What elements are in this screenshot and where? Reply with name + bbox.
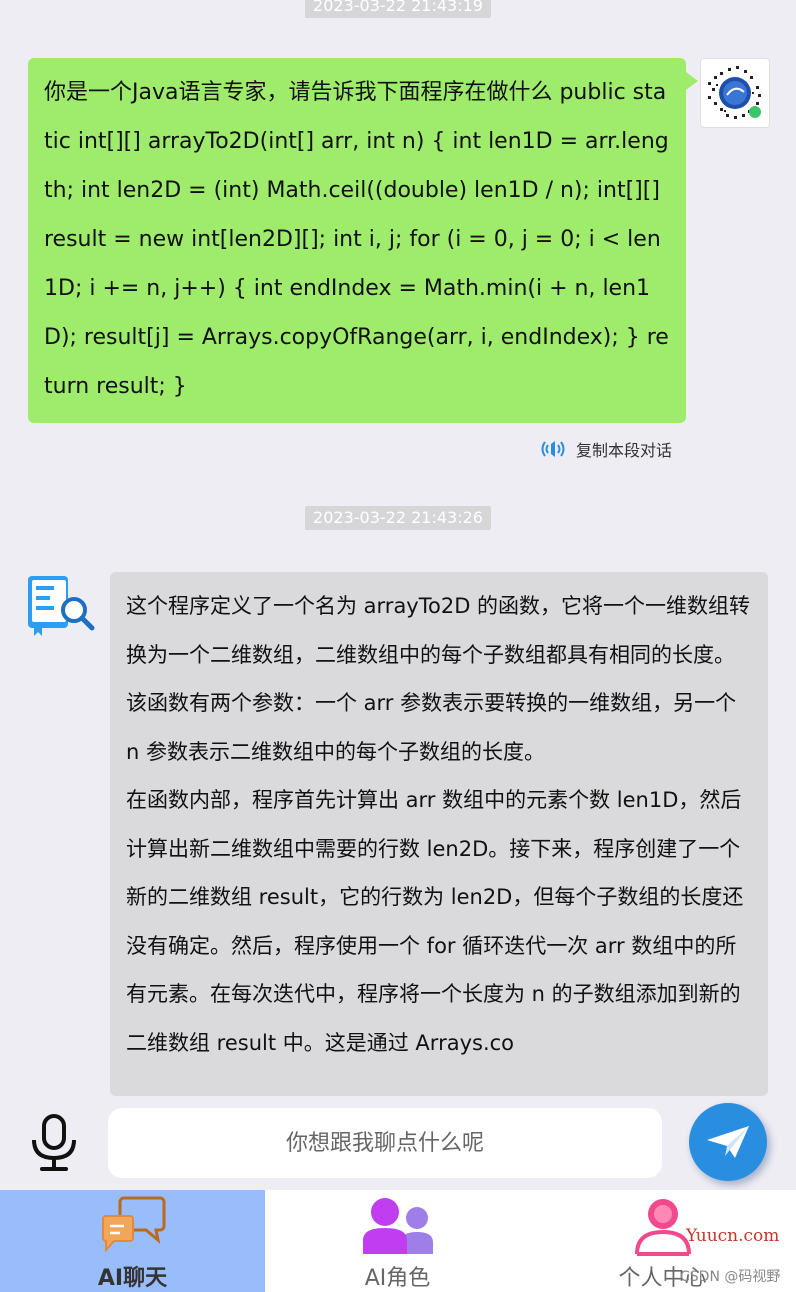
bot-message-paragraph: 这个程序定义了一个名为 arrayTo2D 的函数，它将一个一维数组转换为一个二… — [126, 594, 751, 764]
copy-conversation-label: 复制本段对话 — [576, 441, 673, 460]
microphone-button[interactable] — [26, 1112, 82, 1174]
author-watermark: CSDN @码视野 — [680, 1269, 781, 1285]
users-icon — [362, 1198, 433, 1254]
bot-avatar[interactable] — [26, 574, 96, 638]
message-timestamp: 2023-03-22 21:43:26 — [305, 506, 491, 530]
person-icon — [634, 1199, 691, 1256]
user-avatar[interactable] — [700, 58, 770, 128]
chat-input[interactable] — [108, 1108, 662, 1178]
message-timestamp: 2023-03-22 21:43:19 — [305, 0, 491, 18]
tab-ai-roles[interactable]: AI角色 — [265, 1190, 530, 1292]
tab-ai-chat-label: AI聊天 — [97, 1266, 168, 1291]
bottom-tab-bar: AI聊天 AI角色 个人中心 — [0, 1190, 796, 1292]
chat-bubbles-icon — [101, 1196, 165, 1253]
copy-conversation-button[interactable]: 复制本段对话 — [540, 436, 672, 462]
book-search-icon — [28, 576, 95, 636]
site-watermark: Yuucn.com — [686, 1226, 780, 1246]
tab-ai-chat[interactable]: AI聊天 — [0, 1190, 265, 1292]
bot-message-paragraph: 在函数内部，程序首先计算出 arr 数组中的元素个数 len1D，然后计算出新二… — [126, 788, 744, 1055]
speaker-icon — [541, 441, 565, 457]
tab-ai-roles-label: AI角色 — [364, 1266, 431, 1291]
user-message-bubble: 你是一个Java语言专家，请告诉我下面程序在做什么 public static … — [28, 58, 698, 423]
bot-message-bubble: 这个程序定义了一个名为 arrayTo2D 的函数，它将一个一维数组转换为一个二… — [110, 572, 768, 1096]
microphone-icon — [32, 1114, 76, 1171]
qr-code-avatar-icon — [708, 66, 761, 119]
send-button[interactable] — [689, 1103, 767, 1181]
paper-plane-icon — [707, 1126, 749, 1158]
